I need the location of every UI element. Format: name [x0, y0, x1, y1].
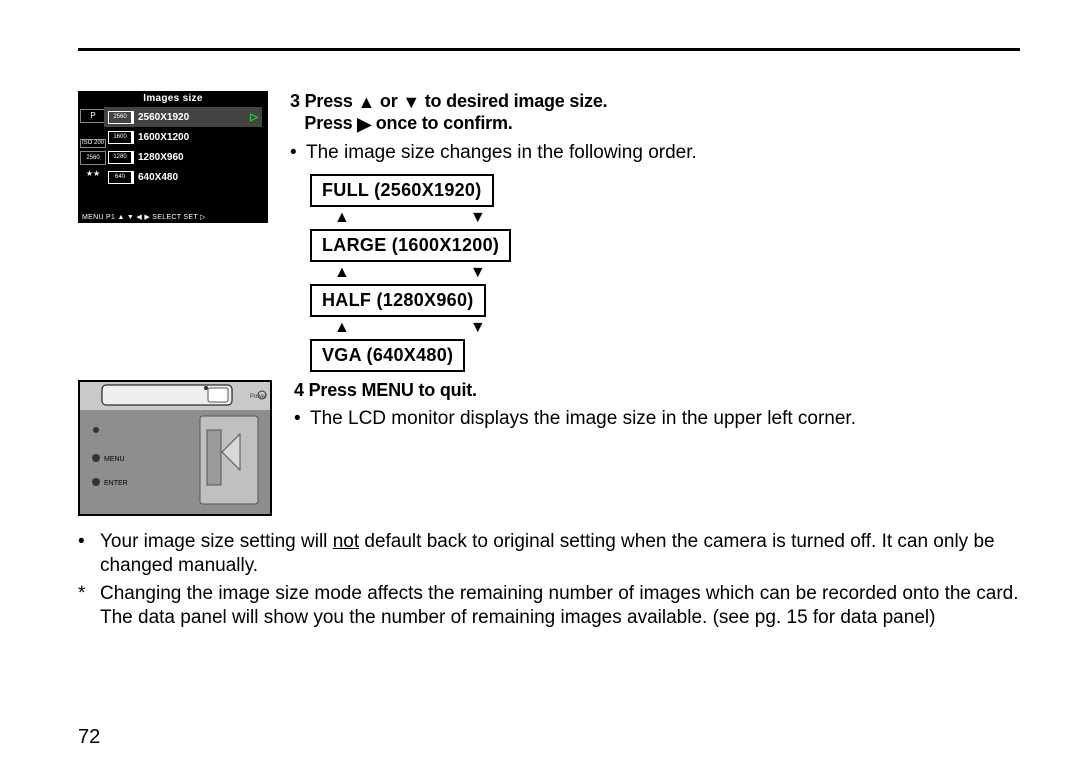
page-number: 72 [78, 726, 100, 749]
up-triangle-icon: ▲ [334, 264, 350, 282]
up-triangle-icon: ▲ [357, 92, 375, 113]
size-ladder: FULL (2560X1920) ▲ ▼ LARGE (1600X1200) ▲ ▼… [310, 174, 1020, 372]
lcd-item-1280: 12801280X960 [104, 147, 262, 167]
lcd-left-icons: P ISO 200 2560 ★★ [80, 109, 106, 183]
size-full: FULL (2560X1920) [310, 174, 494, 207]
lcd-title: Images size [78, 91, 268, 104]
step-4-heading: 4 Press MENU to quit. [294, 380, 1020, 401]
camera-back-thumb: Power MENU ENTER [78, 380, 272, 516]
lcd-item-640: 640640X480 [104, 167, 262, 187]
step-3-heading: 3 Press ▲ or ▼ to desired image size. Pr… [290, 91, 1020, 135]
down-triangle-icon: ▼ [470, 264, 486, 282]
lcd-item-1600: 16001600X1200 [104, 127, 262, 147]
up-triangle-icon: ▲ [334, 319, 350, 337]
lcd-preview: Images size P ISO 200 2560 ★★ 25602560X1… [78, 91, 268, 223]
top-rule [78, 48, 1020, 51]
down-triangle-icon: ▼ [470, 319, 486, 337]
svg-text:MENU: MENU [104, 456, 125, 463]
svg-text:ENTER: ENTER [104, 480, 128, 487]
footer-notes: • Your image size setting will not defau… [78, 530, 1020, 629]
size-half: HALF (1280X960) [310, 284, 486, 317]
lcd-footer: MENU P1 ▲ ▼ ◀ ▶ SELECT SET ▷ [82, 213, 206, 221]
up-triangle-icon: ▲ [334, 209, 350, 227]
lcd-note: •The LCD monitor displays the image size… [294, 407, 1020, 431]
size-large: LARGE (1600X1200) [310, 229, 511, 262]
lcd-item-2560: 25602560X1920▷ [104, 107, 262, 127]
down-triangle-icon: ▼ [402, 92, 420, 113]
down-triangle-icon: ▼ [470, 209, 486, 227]
lcd-list: 25602560X1920▷ 16001600X1200 12801280X96… [104, 107, 262, 187]
size-vga: VGA (640X480) [310, 339, 465, 372]
right-triangle-icon: ▶ [357, 114, 371, 135]
order-note: •The image size changes in the following… [290, 141, 1020, 165]
